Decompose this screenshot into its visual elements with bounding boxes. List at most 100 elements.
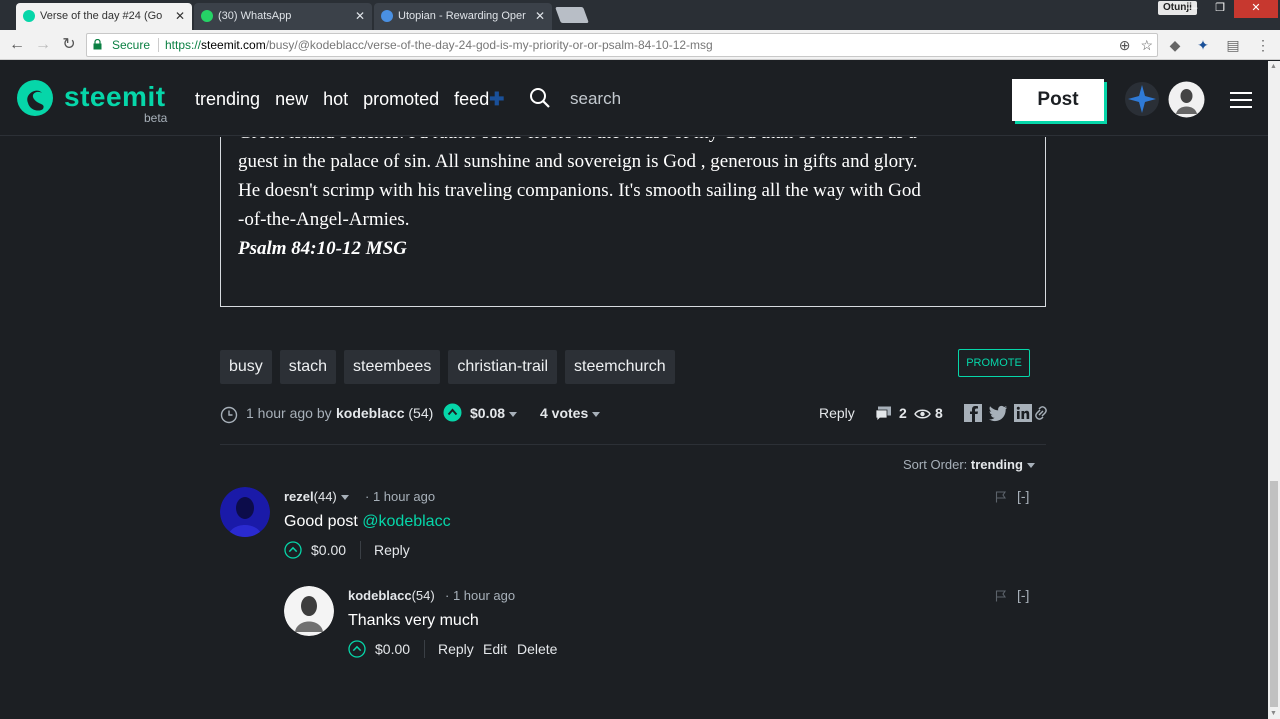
post-button[interactable]: Post	[1012, 79, 1104, 121]
extension-busy-icon[interactable]: ✦	[1194, 36, 1212, 54]
linkedin-icon[interactable]	[1013, 403, 1033, 423]
busy-extension-icon: ✚	[489, 89, 505, 109]
post-comment-count: 2	[899, 405, 907, 421]
tag-steemchurch[interactable]: steemchurch	[565, 350, 675, 384]
comment-time[interactable]: · 1 hour ago	[365, 489, 435, 504]
post-footer: 1 hour ago by kodeblacc (54) $0.08 4 vot…	[220, 403, 1048, 427]
comment-author[interactable]: rezel(44)	[284, 489, 349, 504]
post-time: 1 hour ago by	[246, 405, 332, 421]
vertical-scrollbar[interactable]: ▲ ▼	[1268, 61, 1280, 719]
tag-stach[interactable]: stach	[279, 350, 337, 384]
forward-arrow-icon[interactable]: →	[34, 36, 52, 54]
upvote-icon[interactable]	[348, 640, 366, 658]
url-bar[interactable]: Secure https://steemit.com/busy/@kodebla…	[86, 33, 1158, 57]
tag-list: busy stach steembees christian-trail ste…	[220, 350, 675, 384]
promote-button[interactable]: PROMOTE	[958, 349, 1030, 377]
search-icon[interactable]	[529, 87, 551, 109]
post-author[interactable]: kodeblacc (54)	[336, 405, 433, 421]
nav-feed-label: feed	[454, 89, 490, 109]
reload-icon[interactable]: ↻	[60, 36, 78, 54]
nav-trending[interactable]: trending	[195, 89, 260, 110]
comment-time-value: 1 hour ago	[452, 588, 516, 603]
address-toolbar: ← → ↻ Secure https://steemit.com/busy/@k…	[0, 30, 1280, 60]
window-controls: — ❐ ✕	[1178, 0, 1278, 18]
action-divider	[360, 541, 361, 559]
comments-icon[interactable]	[875, 406, 892, 422]
post-votes[interactable]: 4 votes	[540, 405, 601, 421]
post-author-rep: (54)	[408, 405, 434, 421]
comment-author-name: rezel	[284, 489, 314, 504]
sort-label: Sort Order:	[903, 457, 968, 472]
tag-christian-trail[interactable]: christian-trail	[448, 350, 557, 384]
new-tab-button[interactable]	[555, 7, 589, 23]
comment-mention-link[interactable]: @kodeblacc	[362, 513, 450, 530]
scroll-up-icon[interactable]: ▲	[1270, 63, 1277, 70]
user-avatar[interactable]	[1168, 81, 1205, 118]
comment-payout[interactable]: $0.00	[311, 542, 346, 558]
comment-delete-link[interactable]: Delete	[517, 641, 557, 657]
chevron-down-icon	[509, 411, 518, 417]
link-icon[interactable]	[1034, 403, 1048, 423]
sort-order[interactable]: Sort Order: trending	[903, 457, 1035, 472]
comment-author-name: kodeblacc	[348, 588, 412, 603]
main-nav: trending new hot promoted feed✚	[195, 89, 504, 110]
upvote-icon[interactable]	[443, 403, 462, 422]
scroll-down-icon[interactable]: ▼	[1270, 710, 1277, 717]
avatar[interactable]	[284, 586, 334, 636]
nav-feed[interactable]: feed✚	[454, 89, 504, 110]
flag-icon[interactable]	[995, 491, 1007, 503]
busy-wallet-icon[interactable]	[1124, 81, 1160, 117]
collapse-toggle[interactable]: [-]	[1017, 488, 1029, 504]
comment-author[interactable]: kodeblacc(54)	[348, 588, 435, 603]
clock-icon	[220, 406, 238, 424]
url-text[interactable]: https://steemit.com/busy/@kodeblacc/vers…	[165, 34, 713, 56]
comment-reply-link[interactable]: Reply	[374, 542, 410, 558]
post-reply-link[interactable]: Reply	[819, 405, 855, 421]
comment-time[interactable]: · 1 hour ago	[445, 588, 515, 603]
nav-hot[interactable]: hot	[323, 89, 348, 110]
post-payout[interactable]: $0.08	[470, 405, 518, 421]
beta-label: beta	[144, 111, 168, 125]
extension-doc-icon[interactable]: ▤	[1224, 36, 1242, 54]
tab-close-icon[interactable]: ✕	[355, 3, 365, 29]
comment: kodeblacc(54) · 1 hour ago Thanks very m…	[284, 586, 1050, 666]
tab-close-icon[interactable]: ✕	[175, 3, 185, 29]
utopian-favicon-icon	[381, 10, 393, 22]
flag-icon[interactable]	[995, 590, 1007, 602]
comment-payout[interactable]: $0.00	[375, 641, 410, 657]
twitter-icon[interactable]	[988, 403, 1008, 423]
zoom-icon[interactable]: ⊕	[1119, 34, 1131, 56]
window-close-icon[interactable]: ✕	[1234, 0, 1278, 18]
maximize-icon[interactable]: ❐	[1206, 0, 1234, 18]
post-votes-value: 4 votes	[540, 405, 589, 421]
comment-author-rep: (54)	[411, 588, 435, 603]
steemit-logo-icon[interactable]	[16, 79, 54, 117]
minimize-icon[interactable]: —	[1178, 0, 1206, 18]
browser-tab-steemit[interactable]: Verse of the day #24 (Go ✕	[16, 3, 192, 30]
avatar[interactable]	[220, 487, 270, 537]
steemit-wordmark[interactable]: steemit	[64, 81, 166, 113]
chrome-menu-icon[interactable]: ⋮	[1254, 36, 1272, 54]
extension-cube-icon[interactable]: ◆	[1166, 36, 1184, 54]
tag-busy[interactable]: busy	[220, 350, 272, 384]
back-arrow-icon[interactable]: ←	[8, 36, 26, 54]
comment-reply-link[interactable]: Reply	[438, 641, 474, 657]
facebook-icon[interactable]	[963, 403, 983, 423]
hamburger-menu-icon[interactable]	[1230, 92, 1252, 110]
browser-tab-utopian[interactable]: Utopian - Rewarding Oper ✕	[374, 3, 552, 30]
url-protocol: https://	[165, 38, 202, 52]
collapse-toggle[interactable]: [-]	[1017, 587, 1029, 603]
comment-edit-link[interactable]: Edit	[483, 641, 507, 657]
upvote-icon[interactable]	[284, 541, 302, 559]
tag-steembees[interactable]: steembees	[344, 350, 441, 384]
chevron-down-icon	[1026, 463, 1035, 469]
nav-promoted[interactable]: promoted	[363, 89, 439, 110]
comment: rezel(44) · 1 hour ago Good post @kodebl…	[220, 487, 1050, 567]
nav-new[interactable]: new	[275, 89, 308, 110]
tab-close-icon[interactable]: ✕	[535, 3, 545, 29]
scrollbar-thumb[interactable]	[1270, 481, 1278, 707]
search-input[interactable]	[570, 87, 750, 111]
omnibox-actions: ⊕ ☆	[1119, 34, 1153, 56]
bookmark-star-icon[interactable]: ☆	[1140, 34, 1153, 56]
browser-tab-whatsapp[interactable]: (30) WhatsApp ✕	[194, 3, 372, 30]
